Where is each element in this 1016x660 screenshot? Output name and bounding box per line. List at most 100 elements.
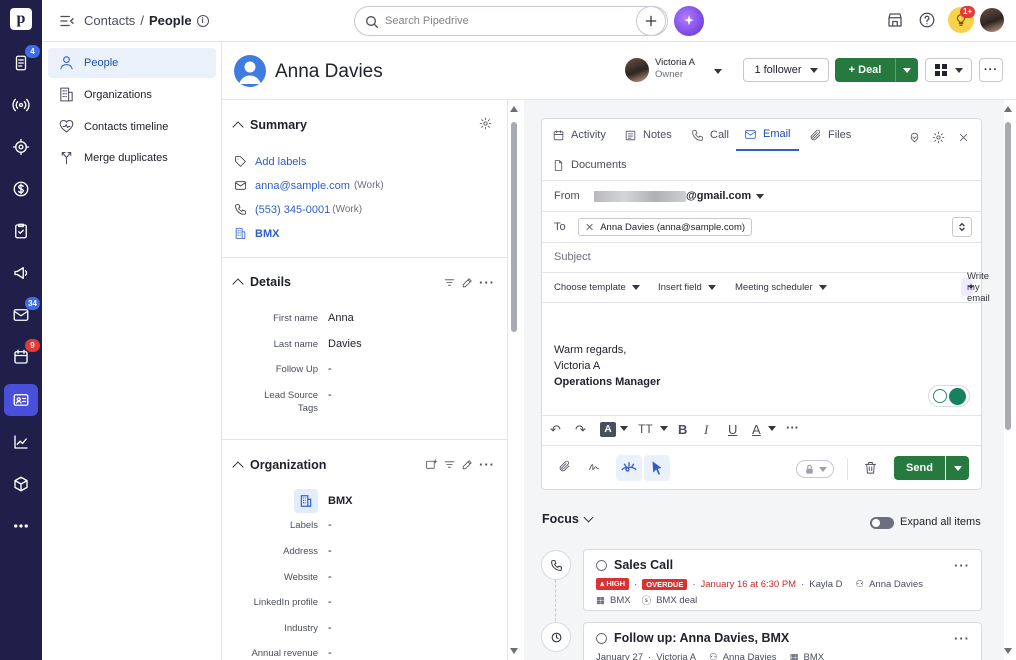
- email-link[interactable]: anna@sample.com: [255, 180, 350, 192]
- chevron-down-icon[interactable]: [768, 426, 776, 431]
- rail-activities-icon[interactable]: 9: [4, 339, 40, 373]
- edit-pencil-icon[interactable]: [461, 458, 475, 472]
- user-avatar[interactable]: [980, 8, 1004, 32]
- rail-leads-icon[interactable]: [4, 89, 38, 121]
- activity-title[interactable]: Follow up: Anna Davies, BMX: [614, 631, 789, 645]
- from-row[interactable]: From @gmail.com: [542, 180, 981, 211]
- delete-trash-icon[interactable]: [863, 460, 879, 476]
- from-chevron-down-icon[interactable]: [756, 194, 764, 199]
- subnav-item-merge-duplicates[interactable]: Merge duplicates: [48, 143, 216, 173]
- rail-products-icon[interactable]: 4: [4, 45, 40, 79]
- subnav-item-people[interactable]: People: [48, 48, 216, 78]
- linked-person[interactable]: Anna Davies: [723, 652, 777, 660]
- settings-gear-icon[interactable]: [479, 117, 493, 131]
- linked-org[interactable]: BMX: [610, 595, 631, 606]
- field-value[interactable]: Anna: [328, 312, 354, 324]
- pipedrive-logo[interactable]: p: [10, 8, 32, 30]
- help-icon[interactable]: [918, 11, 938, 31]
- quick-add-button[interactable]: [636, 6, 666, 36]
- activity-card-follow-up[interactable]: Follow up: Anna Davies, BMX ··· January …: [583, 622, 982, 660]
- tab-email[interactable]: Email: [736, 119, 799, 151]
- rail-deals-icon[interactable]: [4, 131, 38, 163]
- rail-campaigns-icon[interactable]: [4, 257, 38, 289]
- field-value[interactable]: -: [328, 571, 332, 583]
- ai-assistant-button[interactable]: [674, 6, 704, 36]
- scroll-up-icon[interactable]: [510, 106, 518, 112]
- chevron-down-icon[interactable]: [660, 426, 668, 431]
- scroll-down-icon[interactable]: [510, 648, 518, 654]
- add-card-icon[interactable]: [425, 458, 439, 472]
- more-formatting-icon[interactable]: ···: [786, 420, 799, 435]
- field-value[interactable]: -: [328, 622, 332, 634]
- text-highlight-icon[interactable]: A: [752, 422, 761, 437]
- tab-documents[interactable]: Documents: [552, 149, 627, 181]
- follower-button[interactable]: 1 follower: [743, 58, 829, 82]
- field-value[interactable]: -: [328, 363, 332, 375]
- meeting-scheduler-dropdown[interactable]: Meeting scheduler: [735, 282, 827, 293]
- scrollbar-thumb[interactable]: [1005, 122, 1011, 430]
- focus-section-toggle[interactable]: Focus: [542, 512, 594, 526]
- undo-icon[interactable]: ↶: [550, 422, 561, 438]
- card-more-icon[interactable]: ···: [954, 559, 970, 572]
- organization-more-icon[interactable]: ···: [479, 458, 495, 471]
- rail-mail-icon[interactable]: 34: [4, 297, 40, 331]
- composer-settings-gear-icon[interactable]: [932, 131, 946, 145]
- subnav-item-contacts-timeline[interactable]: Contacts timeline: [48, 112, 216, 142]
- add-labels-row[interactable]: Add labels: [234, 155, 306, 168]
- search-input[interactable]: Search Pipedrive: [354, 6, 668, 36]
- activity-title[interactable]: Sales Call: [614, 558, 673, 572]
- activity-card-sales-call[interactable]: Sales Call ··· ⩓ HIGH · OVERDUE · Januar…: [583, 549, 982, 611]
- rail-insights-icon[interactable]: [4, 426, 38, 458]
- attach-paperclip-icon[interactable]: [558, 460, 572, 474]
- info-icon[interactable]: i: [196, 14, 209, 27]
- choose-template-dropdown[interactable]: Choose template: [554, 282, 640, 293]
- expand-all-toggle[interactable]: [870, 517, 894, 529]
- insert-field-dropdown[interactable]: Insert field: [658, 282, 716, 293]
- field-value[interactable]: -: [328, 545, 332, 557]
- tab-call[interactable]: Call: [691, 119, 729, 151]
- tracking-eye-icon[interactable]: [616, 455, 642, 481]
- details-section-toggle[interactable]: Details: [232, 275, 291, 290]
- rail-revenue-icon[interactable]: [4, 173, 38, 205]
- privacy-lock-dropdown[interactable]: [796, 460, 834, 478]
- scroll-down-icon[interactable]: [1004, 648, 1012, 654]
- activity-scrollbar[interactable]: [1003, 100, 1013, 660]
- link-tracking-cursor-icon[interactable]: [644, 455, 670, 481]
- text-size-icon[interactable]: TT: [638, 422, 653, 436]
- filter-icon[interactable]: [443, 276, 457, 290]
- add-deal-button[interactable]: + Deal: [835, 58, 895, 82]
- details-more-icon[interactable]: ···: [479, 276, 495, 289]
- redo-icon[interactable]: ↷: [575, 422, 586, 438]
- remove-recipient-close-icon[interactable]: ✕: [585, 221, 594, 234]
- chevron-down-icon[interactable]: [620, 426, 628, 431]
- marketplace-icon[interactable]: [886, 11, 906, 31]
- mark-done-checkbox[interactable]: [596, 560, 607, 571]
- linked-person[interactable]: Anna Davies: [869, 579, 923, 590]
- person-name[interactable]: Anna Davies: [275, 61, 383, 83]
- send-options-button[interactable]: [946, 456, 969, 480]
- grammar-assistant-widget[interactable]: [928, 385, 970, 407]
- owner-chevron-down-icon[interactable]: [714, 69, 722, 74]
- field-value[interactable]: -: [328, 519, 332, 531]
- field-value[interactable]: -: [328, 389, 332, 401]
- bold-icon[interactable]: B: [678, 422, 687, 437]
- rail-more-icon[interactable]: [4, 510, 38, 542]
- underline-icon[interactable]: U: [728, 422, 737, 437]
- rail-contacts-icon[interactable]: [4, 384, 38, 416]
- edit-pencil-icon[interactable]: [461, 276, 475, 290]
- scroll-up-icon[interactable]: [1004, 106, 1012, 112]
- tab-files[interactable]: Files: [809, 119, 851, 151]
- rail-products-box-icon[interactable]: [4, 468, 38, 500]
- rail-projects-icon[interactable]: [4, 215, 38, 247]
- tab-notes[interactable]: Notes: [624, 119, 672, 151]
- owner-selector[interactable]: Victoria A Owner: [655, 57, 695, 81]
- tab-activity[interactable]: Activity: [552, 119, 606, 151]
- collapse-menu-icon[interactable]: [58, 12, 76, 30]
- add-labels-link[interactable]: Add labels: [255, 156, 306, 168]
- subject-input[interactable]: Subject: [542, 242, 981, 272]
- to-row[interactable]: To ✕ Anna Davies (anna@sample.com): [542, 211, 981, 242]
- italic-icon[interactable]: I: [704, 422, 708, 438]
- phone-link[interactable]: (553) 345-0001: [255, 204, 330, 216]
- deal-options-button[interactable]: [895, 58, 918, 82]
- signature-icon[interactable]: [588, 460, 602, 474]
